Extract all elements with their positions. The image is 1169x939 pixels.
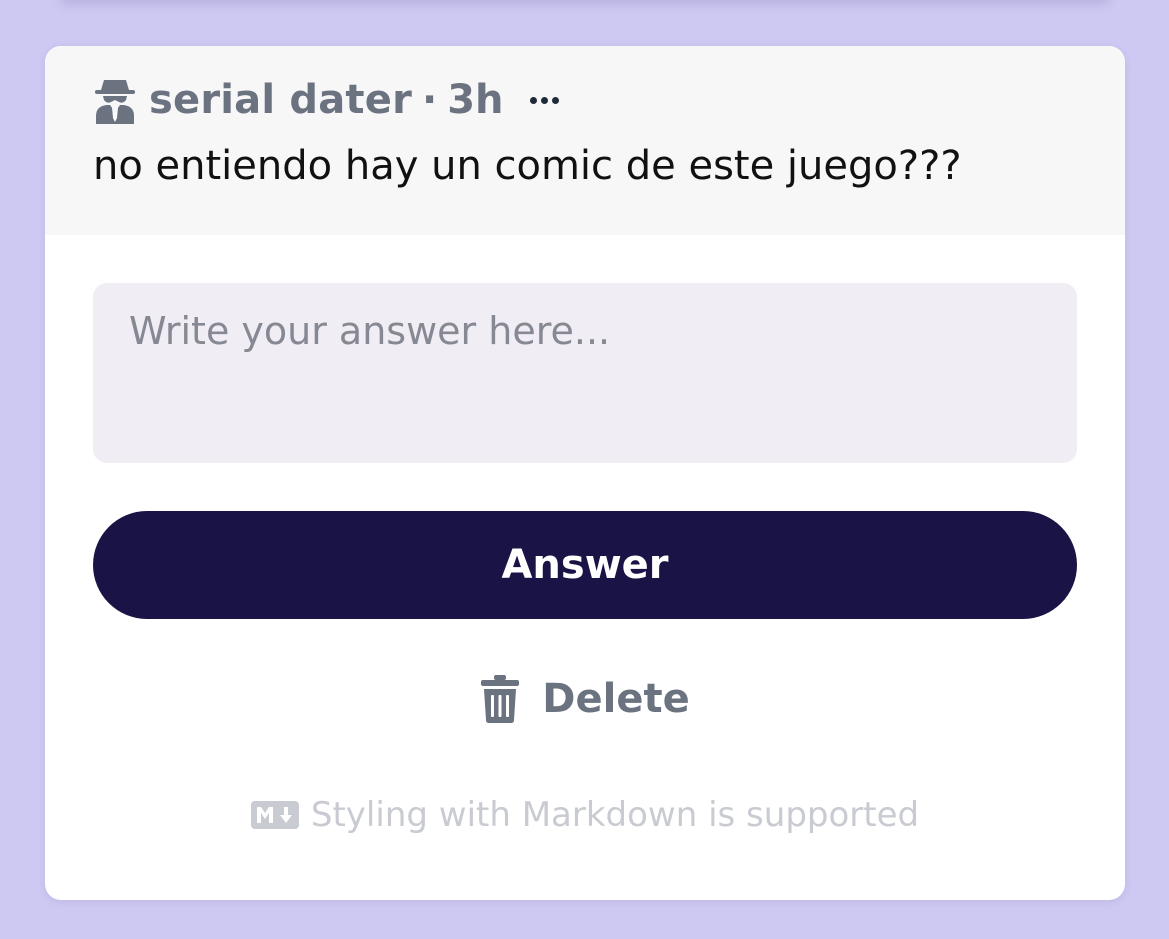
question-text: no entiendo hay un comic de este juego??…	[93, 143, 962, 189]
more-dots-icon[interactable]	[529, 80, 559, 120]
question-card: serial dater · 3h no entiendo hay un com…	[45, 46, 1125, 900]
delete-label: Delete	[542, 676, 690, 722]
post-time: 3h	[447, 77, 504, 123]
answer-form: Answer Delete	[45, 235, 1125, 835]
spy-icon	[93, 76, 137, 124]
answer-button[interactable]: Answer	[93, 511, 1077, 619]
question-header: serial dater · 3h no entiendo hay un com…	[45, 46, 1125, 235]
markdown-icon	[250, 801, 299, 829]
author-name[interactable]: serial dater	[149, 77, 412, 123]
trash-icon	[480, 674, 520, 724]
delete-button[interactable]: Delete	[474, 669, 695, 729]
post-meta: serial dater · 3h	[93, 76, 1077, 124]
markdown-note: Styling with Markdown is supported	[93, 795, 1077, 835]
meta-separator: ·	[422, 77, 438, 123]
markdown-text: Styling with Markdown is supported	[310, 795, 920, 835]
answer-input[interactable]	[93, 283, 1077, 463]
